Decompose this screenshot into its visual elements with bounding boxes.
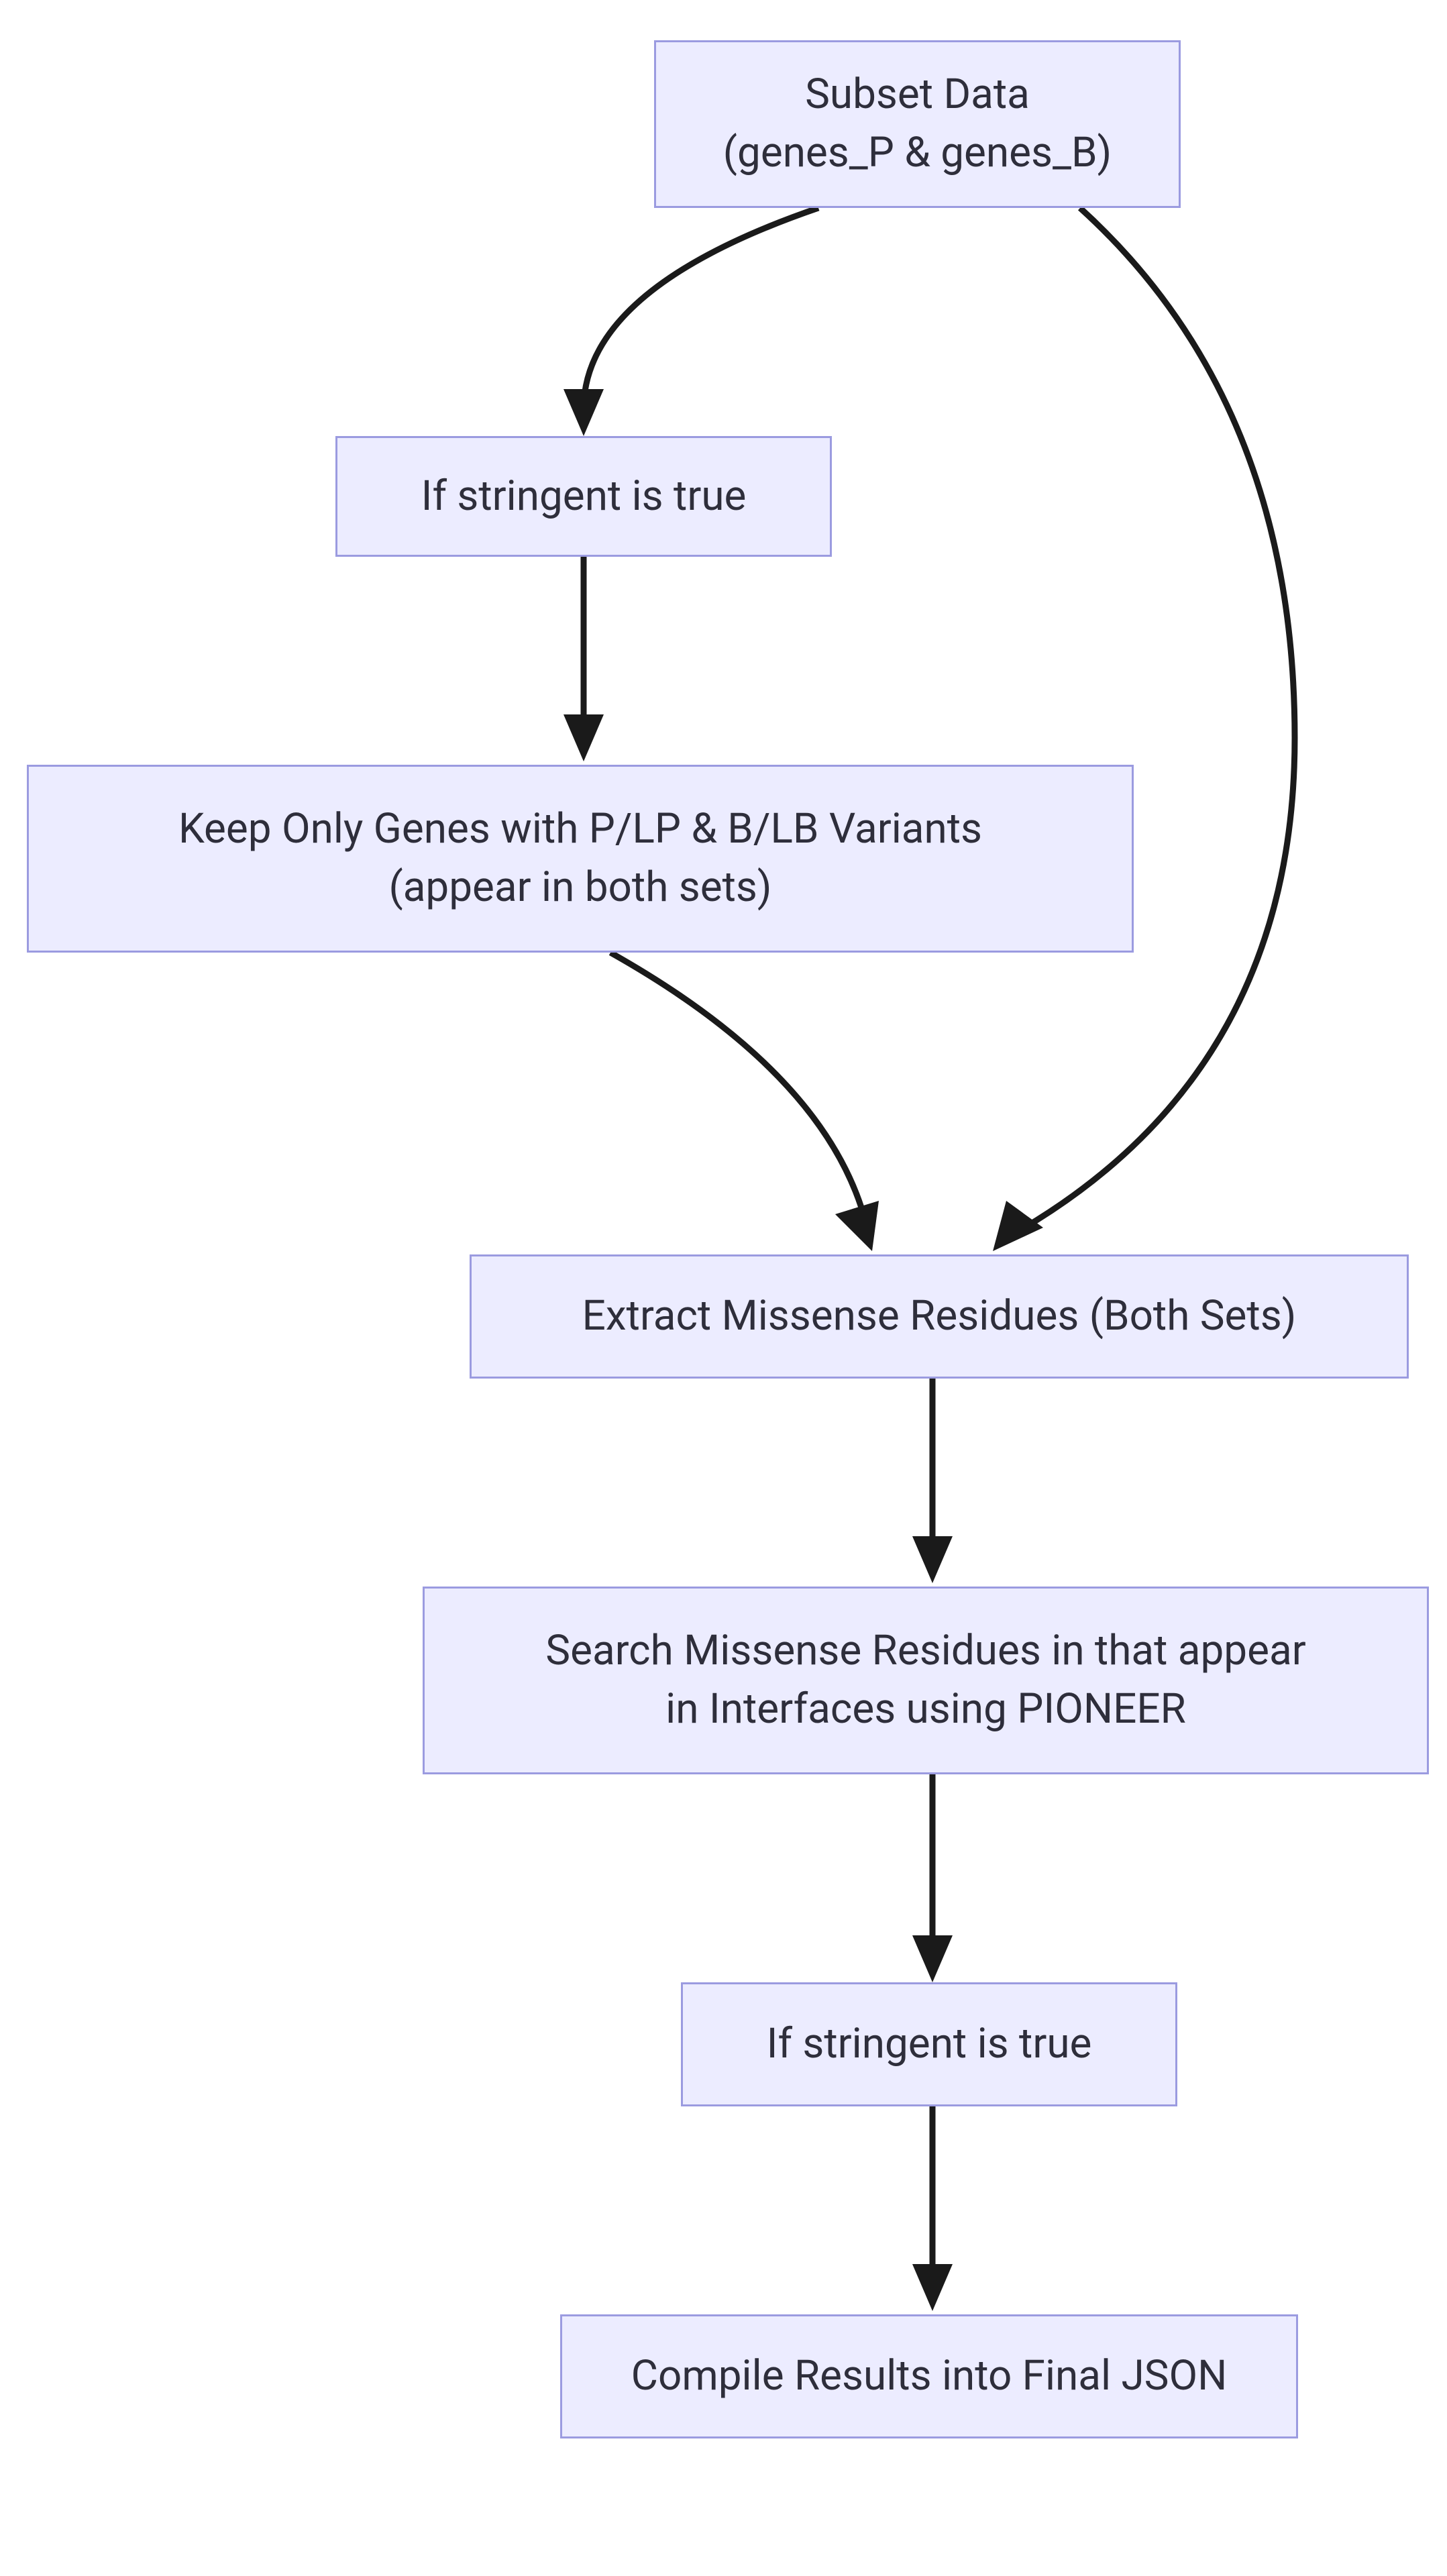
edge-subset-extract xyxy=(1013,208,1295,1234)
node-search-line1: Search Missense Residues in that appear xyxy=(545,1622,1305,1680)
node-extract-missense: Extract Missense Residues (Both Sets) xyxy=(470,1254,1409,1379)
node-extract-label: Extract Missense Residues (Both Sets) xyxy=(582,1287,1297,1346)
node-keep-line2: (appear in both sets) xyxy=(178,859,982,917)
node-subset-line1: Subset Data xyxy=(723,66,1112,124)
node-compile-label: Compile Results into Final JSON xyxy=(631,2347,1228,2406)
edge-subset-stringent1 xyxy=(584,208,818,409)
node-keep-line1: Keep Only Genes with P/LP & B/LB Variant… xyxy=(178,800,982,859)
edge-keep-extract xyxy=(610,953,865,1221)
node-stringent-1: If stringent is true xyxy=(335,436,832,557)
node-search-line2: in Interfaces using PIONEER xyxy=(545,1680,1305,1739)
node-subset-line2: (genes_P & genes_B) xyxy=(723,124,1112,182)
node-subset-data: Subset Data (genes_P & genes_B) xyxy=(654,40,1181,208)
node-compile-results: Compile Results into Final JSON xyxy=(560,2314,1298,2438)
node-stringent-2: If stringent is true xyxy=(681,1982,1177,2106)
node-search-pioneer: Search Missense Residues in that appear … xyxy=(423,1587,1429,1774)
node-stringent1-label: If stringent is true xyxy=(421,468,747,526)
node-keep-genes: Keep Only Genes with P/LP & B/LB Variant… xyxy=(27,765,1134,953)
node-stringent2-label: If stringent is true xyxy=(767,2015,1092,2074)
